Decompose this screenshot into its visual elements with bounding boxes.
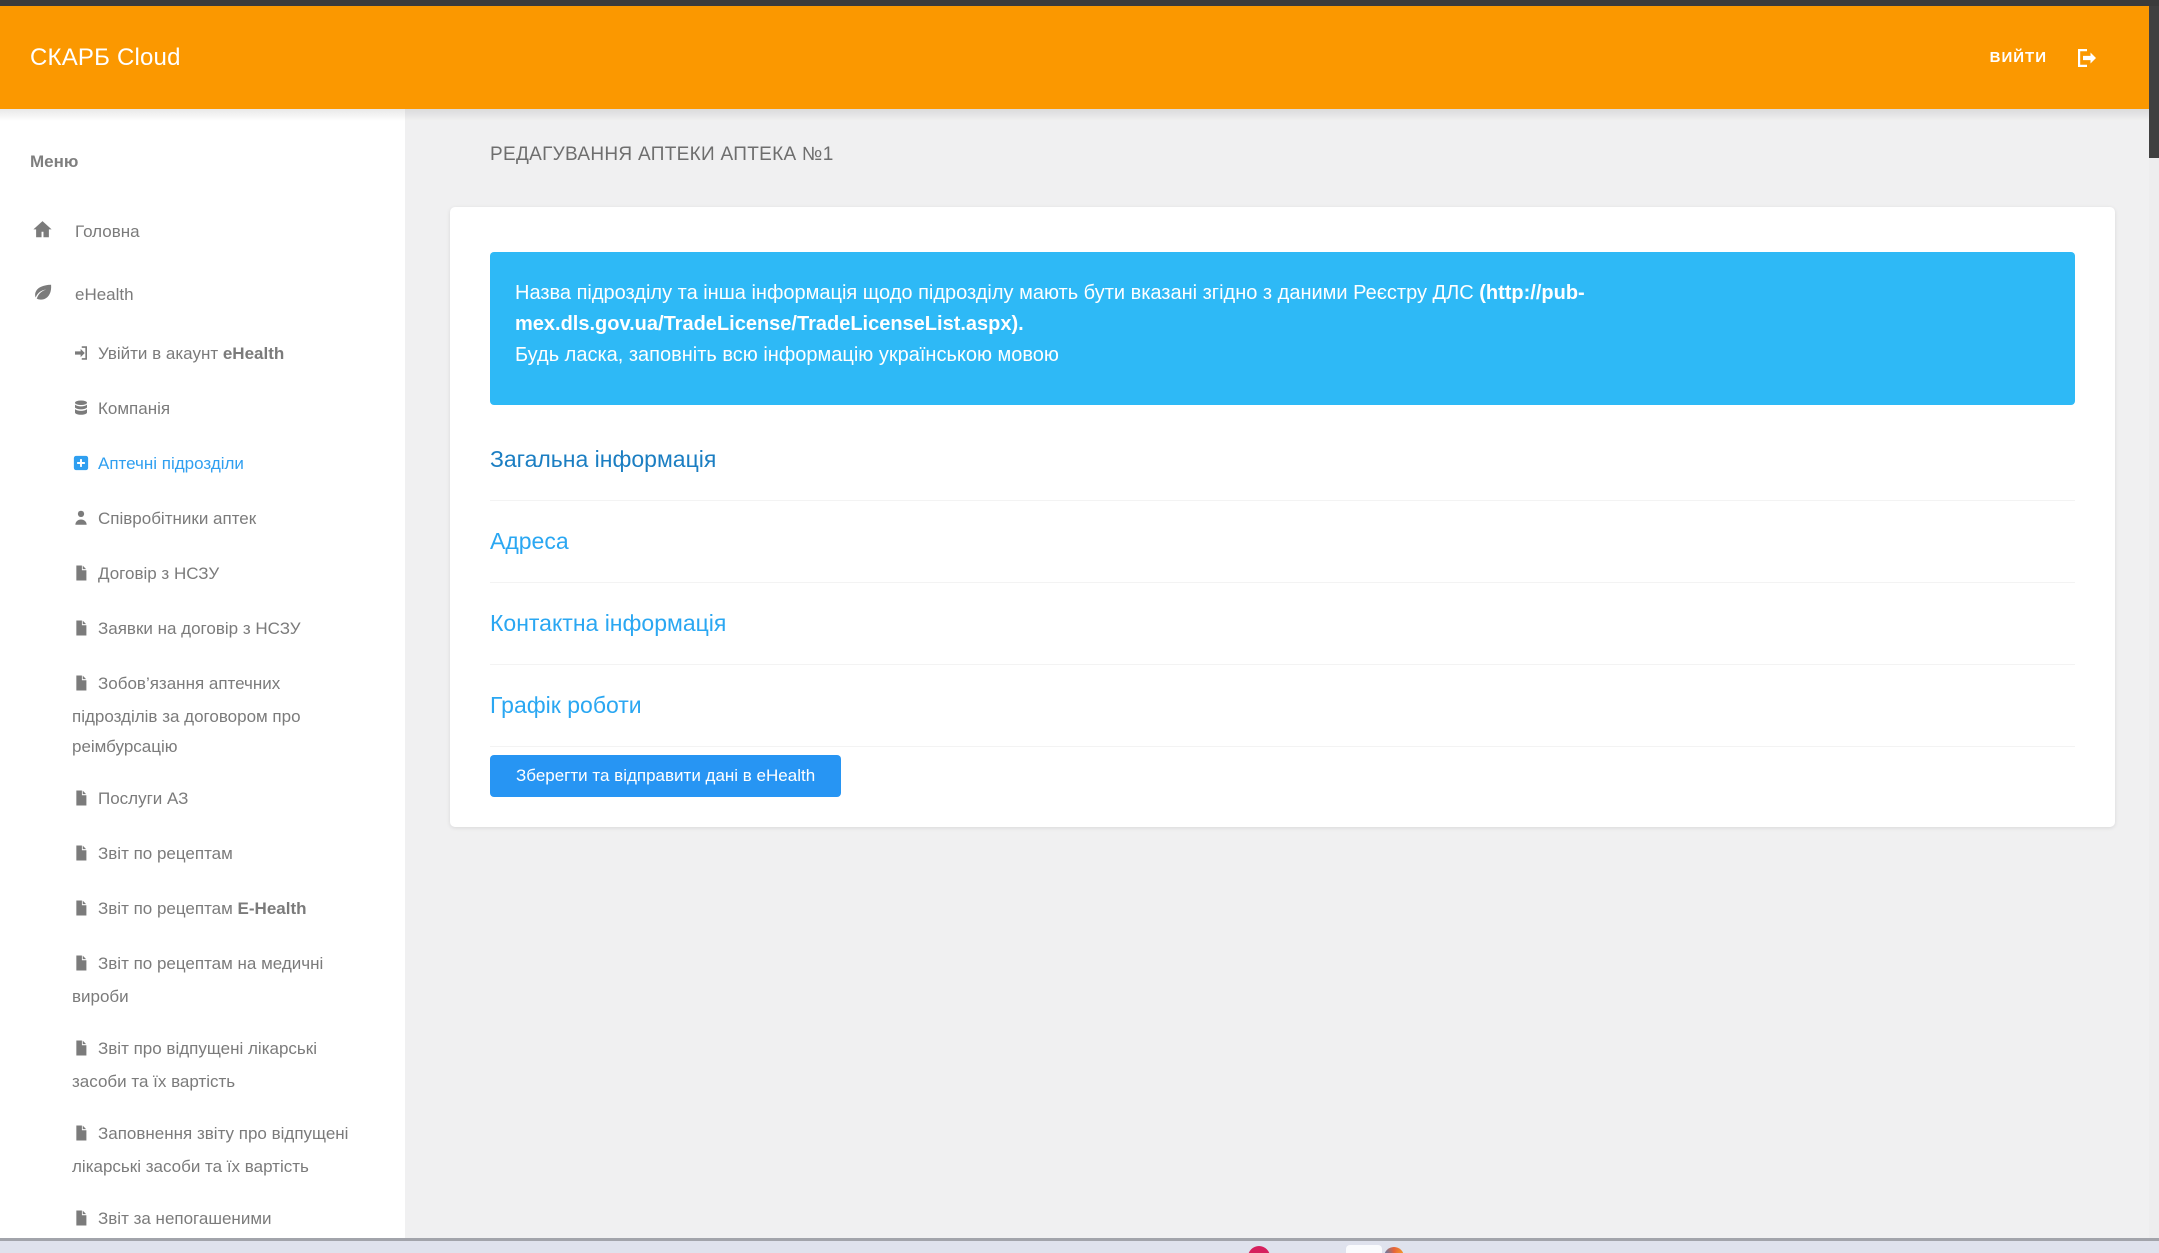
file-icon	[72, 787, 98, 817]
file-icon	[72, 1207, 98, 1237]
sidebar: Меню Головна eHealth Увійти в акаунт eHeal…	[0, 109, 405, 1238]
sidebar-item[interactable]: Договір з НСЗУ	[0, 548, 405, 603]
plus-square-icon	[72, 452, 98, 482]
sidebar-item-label: Послуги АЗ	[98, 789, 188, 808]
sidebar-item-label: Звіт по рецептам E-Health	[98, 899, 307, 918]
app-brand[interactable]: СКАРБ Cloud	[30, 44, 181, 72]
database-icon	[72, 397, 98, 427]
sidebar-item-label: Заявки на договір з НСЗУ	[98, 619, 301, 638]
sidebar-item-label: Аптечні підрозділи	[98, 454, 244, 473]
body-row: Меню Головна eHealth Увійти в акаунт eHeal…	[0, 109, 2149, 1238]
sidebar-item[interactable]: Звіт про відпущені лікарські засоби та ї…	[0, 1023, 405, 1108]
section-row: Графік роботи	[490, 665, 2075, 747]
file-icon	[72, 672, 98, 702]
pharmacist-icon	[72, 507, 98, 537]
file-icon	[72, 952, 98, 982]
sidebar-item[interactable]: Заявки на договір з НСЗУ	[0, 603, 405, 658]
taskbar-app-tile[interactable]	[1346, 1245, 1382, 1253]
sidebar-menu: Головна eHealth Увійти в акаунт eHealth Ком…	[0, 202, 405, 1238]
banner-text: Назва підрозділу та інша інформація щодо…	[515, 282, 1479, 304]
sidebar-item-label: eHealth	[75, 285, 134, 304]
sidebar-item[interactable]: Головна	[0, 202, 405, 265]
save-button[interactable]: Зберегти та відправити дані в eHealth	[490, 755, 841, 797]
sidebar-item[interactable]: Аптечні підрозділи	[0, 438, 405, 493]
section-row: Контактна інформація	[490, 583, 2075, 665]
file-icon	[72, 562, 98, 592]
sidebar-item[interactable]: Звіт за непогашеними рецептами (новий)	[0, 1193, 405, 1238]
sidebar-item-label: Співробітники аптек	[98, 509, 256, 528]
file-icon	[72, 1122, 98, 1152]
page-scrollbar[interactable]	[2149, 6, 2159, 1238]
section-link[interactable]: Контактна інформація	[490, 609, 726, 638]
sidebar-item-label: Заповнення звіту про відпущені лікарські…	[72, 1124, 348, 1176]
sign-in-icon	[72, 342, 98, 372]
sidebar-item-label: Зобов’язання аптечних підрозділів за дог…	[72, 674, 301, 756]
section-link[interactable]: Графік роботи	[490, 691, 642, 720]
taskbar-app-icon-red[interactable]	[1248, 1246, 1270, 1253]
sidebar-item-label: Звіт по рецептам	[98, 844, 233, 863]
sidebar-item-label: Договір з НСЗУ	[98, 564, 219, 583]
sidebar-item[interactable]: Увійти в акаунт eHealth	[0, 328, 405, 383]
logout-button[interactable]: ВИЙТИ	[1990, 46, 2099, 70]
section-list: Загальна інформація Адреса Контактна інфор…	[490, 419, 2075, 747]
sidebar-item[interactable]: Звіт по рецептам на медичні вироби	[0, 938, 405, 1023]
taskbar-app-icon-colorful[interactable]	[1384, 1247, 1404, 1253]
info-banner: Назва підрозділу та інша інформація щодо…	[490, 252, 2075, 405]
sidebar-item-label: Звіт за непогашеними рецептами (новий)	[72, 1209, 272, 1238]
file-icon	[72, 617, 98, 647]
section-link[interactable]: Загальна інформація	[490, 445, 716, 474]
section-row: Адреса	[490, 501, 2075, 583]
app-header: СКАРБ Cloud ВИЙТИ	[0, 6, 2149, 109]
sidebar-item[interactable]: Компанія	[0, 383, 405, 438]
sidebar-item[interactable]: Послуги АЗ	[0, 773, 405, 828]
sidebar-item[interactable]: Звіт по рецептам E-Health	[0, 883, 405, 938]
browser-viewport: СКАРБ Cloud ВИЙТИ Меню Головна eHealth Уві…	[0, 6, 2149, 1238]
sidebar-item[interactable]: Заповнення звіту про відпущені лікарські…	[0, 1108, 405, 1193]
banner-line-1: Назва підрозділу та інша інформація щодо…	[515, 278, 2047, 340]
file-icon	[72, 1037, 98, 1067]
scrollbar-thumb[interactable]	[2149, 6, 2159, 158]
sidebar-item[interactable]: Зобов’язання аптечних підрозділів за дог…	[0, 658, 405, 773]
page-title: РЕДАГУВАННЯ АПТЕКИ АПТЕКА №1	[490, 141, 2115, 169]
file-icon	[72, 842, 98, 872]
section-link[interactable]: Адреса	[490, 527, 569, 556]
pharmacy-edit-card: Назва підрозділу та інша інформація щодо…	[450, 207, 2115, 827]
section-row: Загальна інформація	[490, 419, 2075, 501]
sidebar-item-label: Компанія	[98, 399, 170, 418]
home-icon	[32, 219, 75, 250]
sign-out-icon	[2075, 46, 2099, 70]
sidebar-item[interactable]: eHealth	[0, 265, 405, 328]
sidebar-item-label: Увійти в акаунт eHealth	[98, 344, 284, 363]
leaf-icon	[32, 282, 75, 313]
content-area: РЕДАГУВАННЯ АПТЕКИ АПТЕКА №1 Назва підро…	[405, 109, 2149, 1238]
taskbar	[0, 1238, 2159, 1253]
file-icon	[72, 897, 98, 927]
logout-label: ВИЙТИ	[1990, 49, 2047, 66]
sidebar-item-label: Головна	[75, 222, 140, 241]
sidebar-item-label: Звіт про відпущені лікарські засоби та ї…	[72, 1039, 317, 1091]
sidebar-item-label: Звіт по рецептам на медичні вироби	[72, 954, 323, 1006]
sidebar-item[interactable]: Співробітники аптек	[0, 493, 405, 548]
screen: СКАРБ Cloud ВИЙТИ Меню Головна eHealth Уві…	[0, 0, 2159, 1253]
window-top-edge	[0, 0, 2159, 6]
banner-line-2: Будь ласка, заповніть всю інформацію укр…	[515, 340, 2047, 371]
sidebar-menu-title: Меню	[30, 152, 405, 172]
sidebar-item[interactable]: Звіт по рецептам	[0, 828, 405, 883]
